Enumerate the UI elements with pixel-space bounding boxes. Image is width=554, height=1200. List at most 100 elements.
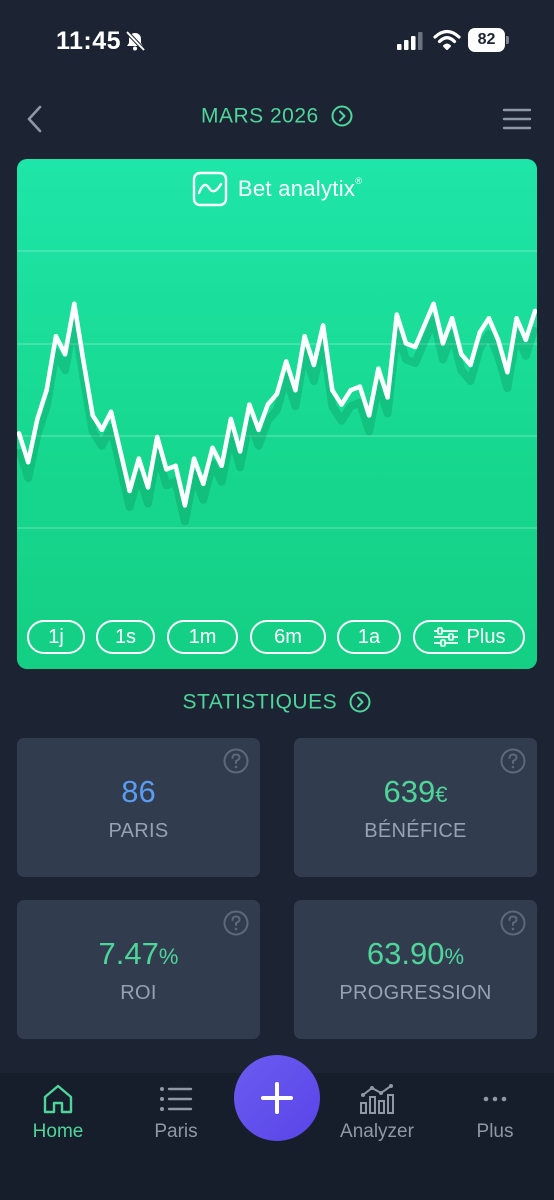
chevron-right-circle-icon bbox=[331, 105, 353, 127]
nav-paris-label: Paris bbox=[154, 1121, 198, 1142]
help-icon[interactable] bbox=[500, 910, 526, 936]
nav-analyzer-label: Analyzer bbox=[340, 1121, 414, 1142]
range-1m-label: 1m bbox=[188, 625, 217, 648]
performance-line-chart[interactable] bbox=[17, 159, 537, 669]
chart-point bbox=[376, 366, 381, 371]
range-1a-button[interactable]: 1a bbox=[337, 620, 401, 654]
chart-point bbox=[72, 301, 77, 306]
chart-point bbox=[468, 362, 473, 368]
chart-point bbox=[449, 316, 455, 321]
chart-point bbox=[422, 323, 427, 328]
battery-cap bbox=[506, 36, 509, 44]
chart-point bbox=[108, 409, 114, 414]
chart-card[interactable]: Bet analytix® bbox=[17, 159, 537, 669]
stat-card-benefice[interactable]: 639€ BÉNÉFICE bbox=[294, 738, 537, 877]
add-bet-button[interactable] bbox=[234, 1055, 320, 1141]
chart-point bbox=[357, 384, 363, 389]
stat-value: 639€ bbox=[294, 774, 537, 810]
stat-number: 63.90 bbox=[366, 936, 445, 971]
list-icon bbox=[160, 1087, 193, 1111]
chart-point bbox=[274, 391, 280, 396]
chart-point bbox=[35, 416, 40, 422]
chart-point bbox=[127, 488, 132, 494]
chart-point bbox=[320, 323, 326, 328]
statistics-section-link[interactable]: STATISTIQUES bbox=[0, 690, 554, 714]
chart-point bbox=[403, 341, 409, 346]
month-title: MARS 2026 bbox=[200, 104, 319, 128]
stat-unit: € bbox=[435, 782, 448, 807]
battery-level: 82 bbox=[468, 28, 505, 52]
stat-card-paris[interactable]: 86 PARIS bbox=[17, 738, 260, 877]
chart-point bbox=[136, 456, 141, 461]
status-time: 11:45 bbox=[56, 27, 122, 55]
chart-point bbox=[53, 334, 59, 339]
chart-point bbox=[247, 402, 252, 407]
chart-point bbox=[191, 456, 197, 461]
battery-indicator: 82 bbox=[468, 28, 510, 52]
chart-point bbox=[256, 427, 261, 432]
stat-number: 7.47 bbox=[98, 936, 159, 971]
wifi-icon bbox=[433, 29, 461, 50]
nav-home-label: Home bbox=[32, 1121, 84, 1142]
nav-paris[interactable]: Paris bbox=[121, 1083, 231, 1143]
chart-point bbox=[293, 388, 298, 393]
chart-point bbox=[81, 359, 86, 364]
analytics-icon bbox=[360, 1084, 394, 1114]
more-icon bbox=[483, 1096, 507, 1102]
chart-point bbox=[219, 463, 224, 468]
chart-point bbox=[348, 388, 353, 393]
stat-value: 63.90% bbox=[294, 936, 537, 972]
range-6m-button[interactable]: 6m bbox=[250, 620, 326, 654]
chevron-right-circle-icon bbox=[349, 691, 371, 713]
nav-plus[interactable]: Plus bbox=[440, 1083, 550, 1143]
sliders-icon bbox=[433, 627, 458, 647]
statistics-title: STATISTIQUES bbox=[182, 690, 338, 714]
nav-home[interactable]: Home bbox=[3, 1083, 113, 1143]
chart-point bbox=[265, 402, 270, 407]
chart-point bbox=[90, 413, 95, 418]
chart-point bbox=[182, 503, 188, 508]
chart-point bbox=[145, 485, 151, 490]
chart-point bbox=[486, 316, 492, 321]
nav-analyzer[interactable]: Analyzer bbox=[322, 1083, 432, 1143]
chart-point bbox=[495, 337, 501, 342]
stat-card-progression[interactable]: 63.90% PROGRESSION bbox=[294, 900, 537, 1039]
chart-point bbox=[505, 370, 510, 375]
chart-point bbox=[431, 301, 436, 306]
help-icon[interactable] bbox=[223, 748, 249, 774]
help-icon[interactable] bbox=[223, 910, 249, 936]
chart-point bbox=[26, 460, 31, 465]
range-1m-button[interactable]: 1m bbox=[167, 620, 238, 654]
help-icon[interactable] bbox=[500, 748, 526, 774]
chart-point bbox=[330, 388, 335, 393]
range-1j-label: 1j bbox=[48, 625, 64, 648]
range-plus-button[interactable]: Plus bbox=[413, 620, 525, 654]
stat-number: 86 bbox=[121, 774, 156, 809]
chart-point bbox=[155, 434, 160, 440]
range-1s-button[interactable]: 1s bbox=[96, 620, 155, 654]
chart-point bbox=[385, 395, 390, 400]
chart-point bbox=[440, 341, 446, 346]
range-1s-label: 1s bbox=[114, 625, 137, 648]
chart-point bbox=[201, 481, 206, 486]
status-bar: 11:45 82 bbox=[0, 0, 554, 84]
stat-value: 7.47% bbox=[17, 936, 260, 972]
header: MARS 2026 bbox=[0, 96, 554, 142]
home-icon bbox=[43, 1084, 73, 1114]
chart-point bbox=[477, 330, 482, 335]
nav-plus-label: Plus bbox=[476, 1121, 514, 1142]
range-selector: 1j 1s 1m 6m 1a Plus bbox=[0, 620, 554, 656]
stat-label: BÉNÉFICE bbox=[364, 820, 467, 842]
chart-point bbox=[366, 413, 372, 418]
chart-point bbox=[164, 467, 169, 472]
stat-label: PARIS bbox=[108, 820, 169, 842]
stat-unit: % bbox=[158, 944, 179, 969]
hamburger-menu-icon[interactable] bbox=[502, 106, 532, 132]
range-1j-button[interactable]: 1j bbox=[27, 620, 85, 654]
range-6m-label: 6m bbox=[274, 625, 302, 648]
chart-point bbox=[523, 337, 528, 342]
stat-value: 86 bbox=[17, 774, 260, 810]
range-plus-label: Plus bbox=[466, 625, 506, 648]
stat-card-roi[interactable]: 7.47% ROI bbox=[17, 900, 260, 1039]
month-selector[interactable]: MARS 2026 bbox=[0, 104, 554, 128]
